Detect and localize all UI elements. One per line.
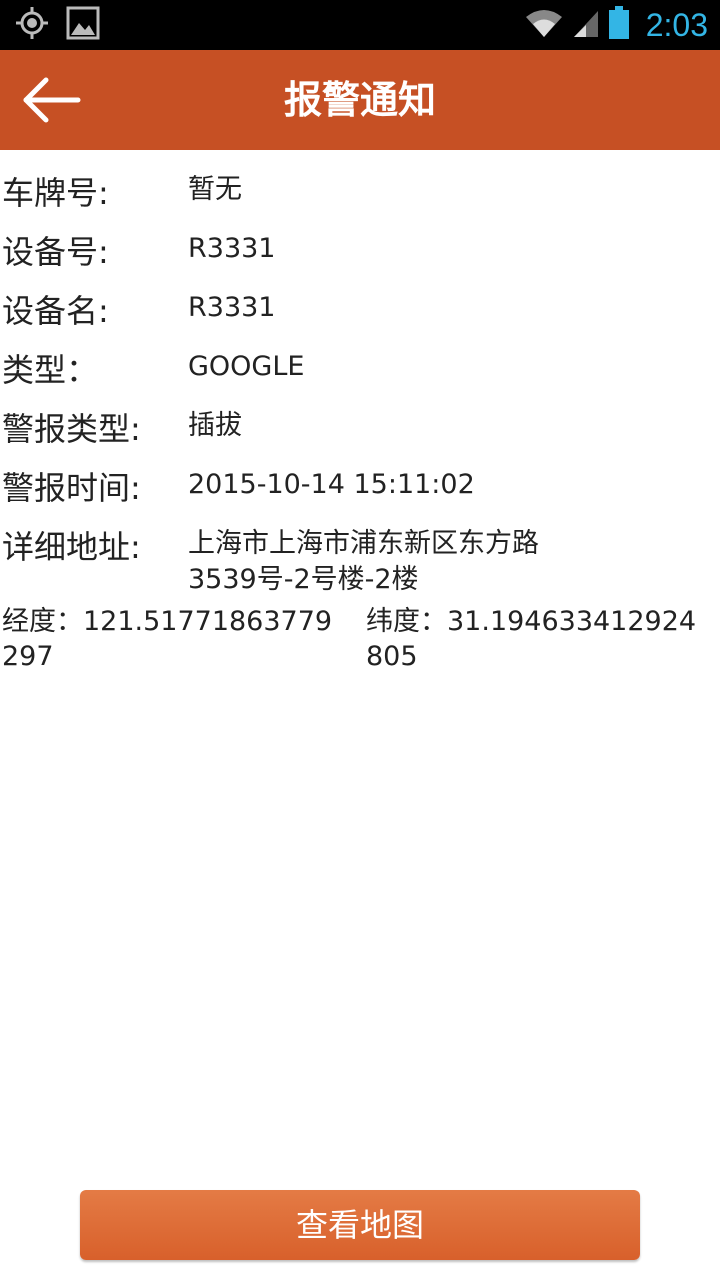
back-button[interactable]: [20, 72, 90, 128]
type-value: GOOGLE: [188, 351, 305, 382]
image-icon: [66, 6, 100, 44]
latitude-text: 纬度：31.194633412924805: [366, 606, 697, 672]
device-name-value: R3331: [188, 292, 276, 323]
status-bar-right: 2:03: [524, 0, 708, 50]
alarm-time-value: 2015-10-14 15:11:02: [188, 469, 475, 500]
device-id-value: R3331: [188, 233, 276, 264]
view-map-button[interactable]: 查看地图: [80, 1190, 640, 1260]
status-bar-left: [14, 6, 100, 44]
alarm-type-value: 插拔: [188, 410, 242, 441]
alarm-type-label: 警报类型:: [2, 410, 141, 448]
plate-value: 暂无: [188, 174, 242, 205]
arrow-left-icon: [20, 77, 82, 132]
device-id-label: 设备号:: [2, 233, 109, 271]
device-name-label: 设备名:: [2, 292, 109, 330]
longitude-text: 经度：121.51771863779297: [2, 606, 333, 672]
wifi-icon: [524, 7, 564, 43]
clock: 2:03: [645, 6, 708, 43]
plate-label: 车牌号:: [2, 174, 109, 212]
battery-icon: [608, 6, 630, 44]
gps-icon: [14, 5, 50, 45]
page-title: 报警通知: [283, 78, 436, 122]
address-value: 上海市上海市浦东新区东方路3539号-2号楼-2楼: [188, 528, 539, 595]
alarm-time-label: 警报时间:: [2, 469, 141, 507]
type-label: 类型：: [2, 351, 99, 389]
app-bar: 报警通知: [0, 50, 720, 150]
status-bar: 2:03: [0, 0, 720, 50]
address-label: 详细地址:: [2, 528, 141, 566]
signal-icon: [572, 7, 600, 43]
